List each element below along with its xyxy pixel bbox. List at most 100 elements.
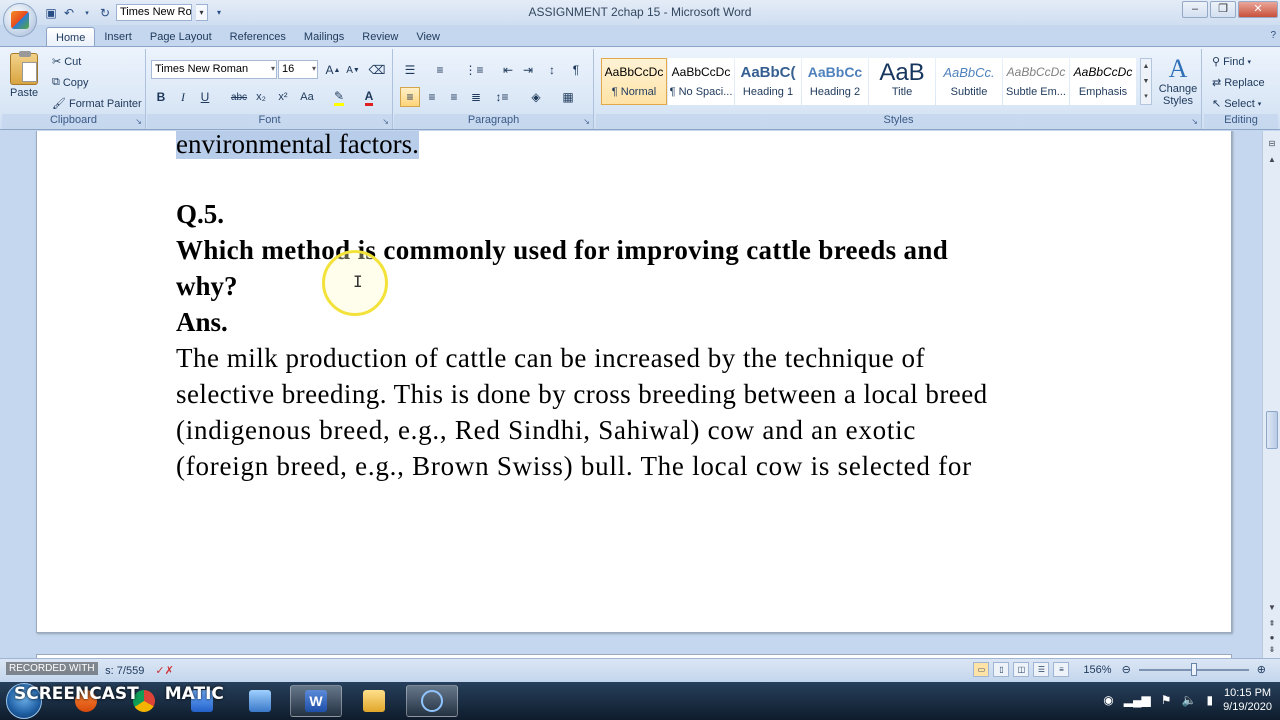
tab-references[interactable]: References: [221, 27, 295, 47]
highlight-button[interactable]: ✎: [329, 87, 349, 107]
subscript-button[interactable]: x₂: [251, 87, 271, 107]
style-emphasis[interactable]: AaBbCcDc Emphasis: [1070, 58, 1136, 105]
web-layout-button[interactable]: ◫: [1013, 662, 1030, 677]
tab-home[interactable]: Home: [46, 27, 96, 47]
doc-answer-line4[interactable]: (foreign breed, e.g., Brown Swiss) bull.…: [176, 451, 972, 482]
record-icon[interactable]: ◉: [1103, 693, 1113, 707]
decrease-indent-button[interactable]: ⇤: [498, 60, 518, 80]
increase-indent-button[interactable]: ⇥: [518, 60, 538, 80]
outline-view-button[interactable]: ☰: [1033, 662, 1050, 677]
restore-button[interactable]: ❐: [1210, 1, 1236, 18]
help-icon[interactable]: ?: [1270, 30, 1276, 41]
copy-button[interactable]: ⧉ Copy: [52, 76, 89, 89]
zoom-slider-knob[interactable]: [1190, 662, 1197, 676]
align-right-button[interactable]: ≡: [444, 87, 464, 107]
line-spacing-button[interactable]: ↕≡: [492, 87, 512, 107]
doc-question-label[interactable]: Q.5.: [176, 199, 224, 230]
volume-icon[interactable]: 🔈: [1182, 693, 1197, 707]
office-button[interactable]: [3, 3, 37, 37]
style-normal[interactable]: AaBbCcDc ¶ Normal: [601, 58, 667, 105]
align-left-button[interactable]: ≡: [400, 87, 420, 107]
justify-button[interactable]: ≣: [466, 87, 486, 107]
network-signal-icon[interactable]: ▂▄▆: [1124, 693, 1151, 707]
clipboard-launcher-icon[interactable]: ↘: [135, 117, 142, 126]
clock[interactable]: 10:15 PM 9/19/2020: [1223, 686, 1272, 714]
bullets-button[interactable]: ☰: [400, 60, 420, 80]
select-label: Select: [1224, 97, 1255, 110]
cut-button[interactable]: ✂ Cut: [52, 55, 81, 69]
style-heading-2[interactable]: AaBbCc Heading 2: [802, 58, 868, 105]
zoom-level[interactable]: 156%: [1083, 664, 1111, 676]
multilevel-list-button[interactable]: ⋮≡: [464, 60, 484, 80]
tab-mailings[interactable]: Mailings: [295, 27, 353, 47]
tab-view[interactable]: View: [407, 27, 449, 47]
paste-button[interactable]: Paste: [10, 51, 38, 99]
spell-check-icon[interactable]: ✓✗: [155, 665, 173, 677]
doc-question-line1[interactable]: Which method is commonly used for improv…: [176, 235, 948, 266]
taskbar-control-panel[interactable]: [234, 685, 286, 717]
sort-button[interactable]: ↕: [542, 60, 562, 80]
shrink-font-button[interactable]: A ▼: [343, 60, 363, 80]
find-button[interactable]: ⚲ Find ▾: [1212, 55, 1251, 69]
minimize-button[interactable]: –: [1182, 1, 1208, 18]
taskbar-explorer[interactable]: [348, 685, 400, 717]
scroll-up-icon[interactable]: ▲: [1265, 153, 1279, 167]
doc-question-line2[interactable]: why?: [176, 271, 238, 302]
borders-button[interactable]: ▦: [558, 87, 578, 107]
scroll-down-icon[interactable]: ▼: [1265, 601, 1279, 615]
style-subtitle[interactable]: AaBbCc. Subtitle: [936, 58, 1002, 105]
zoom-in-icon[interactable]: ⊕: [1257, 663, 1266, 676]
font-launcher-icon[interactable]: ↘: [382, 117, 389, 126]
previous-page-icon[interactable]: ⇞: [1265, 617, 1279, 631]
doc-answer-label[interactable]: Ans.: [176, 307, 228, 338]
flag-icon[interactable]: ⚑: [1161, 693, 1172, 707]
tab-review[interactable]: Review: [353, 27, 407, 47]
paragraph-launcher-icon[interactable]: ↘: [583, 117, 590, 126]
superscript-button[interactable]: x²: [273, 87, 293, 107]
format-painter-button[interactable]: 🖌 Format Painter: [52, 97, 142, 111]
doc-answer-line3[interactable]: (indigenous breed, e.g., Red Sindhi, Sah…: [176, 415, 916, 446]
next-page-icon[interactable]: ⇟: [1265, 643, 1279, 657]
align-center-button[interactable]: ≡: [422, 87, 442, 107]
print-layout-view-button[interactable]: ▭: [973, 662, 990, 677]
italic-button[interactable]: I: [173, 87, 193, 107]
font-name-combo[interactable]: Times New Roman ▾: [151, 60, 277, 79]
styles-gallery-scroll[interactable]: ▲ ▼ ▾: [1140, 58, 1152, 105]
shading-button[interactable]: ◈: [526, 87, 546, 107]
font-color-button[interactable]: A: [359, 87, 379, 107]
doc-answer-line2[interactable]: selective breeding. This is done by cros…: [176, 379, 988, 410]
full-screen-reading-button[interactable]: ▯: [993, 662, 1010, 677]
font-size-combo[interactable]: 16 ▾: [278, 60, 318, 79]
grow-font-button[interactable]: A ▲: [323, 60, 343, 80]
vertical-scrollbar[interactable]: ⊟ ▲ ▼ ⇞ ● ⇟: [1262, 131, 1280, 658]
underline-button[interactable]: U: [195, 87, 215, 107]
document-area[interactable]: environmental factors. Q.5. Which method…: [0, 131, 1262, 658]
taskbar-word[interactable]: W: [290, 685, 342, 717]
strikethrough-button[interactable]: abc: [229, 87, 249, 107]
close-button[interactable]: ✕: [1238, 1, 1278, 18]
battery-icon[interactable]: ▮: [1206, 693, 1213, 707]
select-button[interactable]: ↖ Select ▾: [1212, 97, 1261, 111]
styles-launcher-icon[interactable]: ↘: [1191, 117, 1198, 126]
ruler-toggle-icon[interactable]: ⊟: [1265, 137, 1279, 151]
numbering-button[interactable]: ≡: [430, 60, 450, 80]
tab-insert[interactable]: Insert: [95, 27, 141, 47]
scroll-thumb[interactable]: [1266, 411, 1278, 449]
doc-line-environmental[interactable]: environmental factors.: [176, 131, 419, 160]
clear-formatting-button[interactable]: ⌫: [367, 60, 387, 80]
change-styles-button[interactable]: A Change Styles: [1158, 55, 1198, 108]
taskbar-recorder[interactable]: [406, 685, 458, 717]
replace-button[interactable]: ⇄ Replace: [1212, 76, 1265, 90]
zoom-out-icon[interactable]: ⊖: [1122, 663, 1131, 676]
style-no-spacing[interactable]: AaBbCcDc ¶ No Spaci...: [668, 58, 734, 105]
zoom-slider[interactable]: [1138, 662, 1249, 676]
show-formatting-button[interactable]: ¶: [566, 60, 586, 80]
bold-button[interactable]: B: [151, 87, 171, 107]
style-heading-1[interactable]: AaBbC(Heading 1: [735, 58, 801, 105]
tab-page-layout[interactable]: Page Layout: [141, 27, 221, 47]
style-subtle-emphasis[interactable]: AaBbCcDc Subtle Em...: [1003, 58, 1069, 105]
doc-answer-line1[interactable]: The milk production of cattle can be inc…: [176, 343, 925, 374]
style-title[interactable]: AaB Title: [869, 58, 935, 105]
draft-view-button[interactable]: ≡: [1053, 662, 1070, 677]
change-case-button[interactable]: Aa: [297, 87, 317, 107]
